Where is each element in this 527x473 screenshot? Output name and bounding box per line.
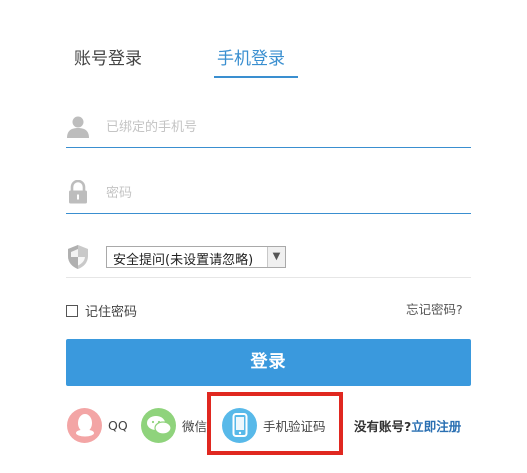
remember-checkbox[interactable] (66, 304, 78, 317)
user-icon (67, 116, 89, 138)
login-tabs: 账号登录 手机登录 (66, 30, 471, 80)
forgot-password-link[interactable]: 忘记密码? (406, 299, 463, 318)
qq-icon[interactable] (67, 407, 102, 443)
chevron-down-icon[interactable]: ▼ (267, 247, 285, 267)
shield-icon (68, 245, 88, 269)
tab-phone-login[interactable]: 手机登录 (217, 44, 285, 69)
register-link[interactable]: 立即注册 (411, 419, 461, 434)
password-field (66, 174, 471, 214)
wechat-label: 微信 (182, 418, 208, 434)
highlight-annotation (207, 392, 343, 455)
active-tab-indicator (214, 76, 298, 78)
security-question-select[interactable]: 安全提问(未设置请忽略) ▼ (106, 246, 286, 268)
login-button[interactable]: 登录 (66, 339, 471, 386)
register-prompt: 没有账号?立即注册 (354, 416, 461, 435)
phone-field (66, 108, 471, 148)
qq-login[interactable]: QQ (67, 407, 128, 443)
lock-icon (69, 180, 87, 204)
remember-label: 记住密码 (85, 305, 138, 320)
qq-label: QQ (108, 417, 128, 433)
no-account-text: 没有账号? (354, 419, 412, 434)
security-question-row: 安全提问(未设置请忽略) ▼ (66, 236, 471, 278)
remember-password[interactable]: 记住密码 (66, 301, 137, 320)
wechat-icon[interactable] (141, 407, 176, 443)
tab-account-login[interactable]: 账号登录 (74, 44, 142, 69)
wechat-login[interactable]: 微信 (141, 407, 207, 443)
phone-input[interactable] (106, 114, 466, 140)
password-input[interactable] (106, 180, 466, 206)
security-question-value: 安全提问(未设置请忽略) (113, 253, 254, 268)
